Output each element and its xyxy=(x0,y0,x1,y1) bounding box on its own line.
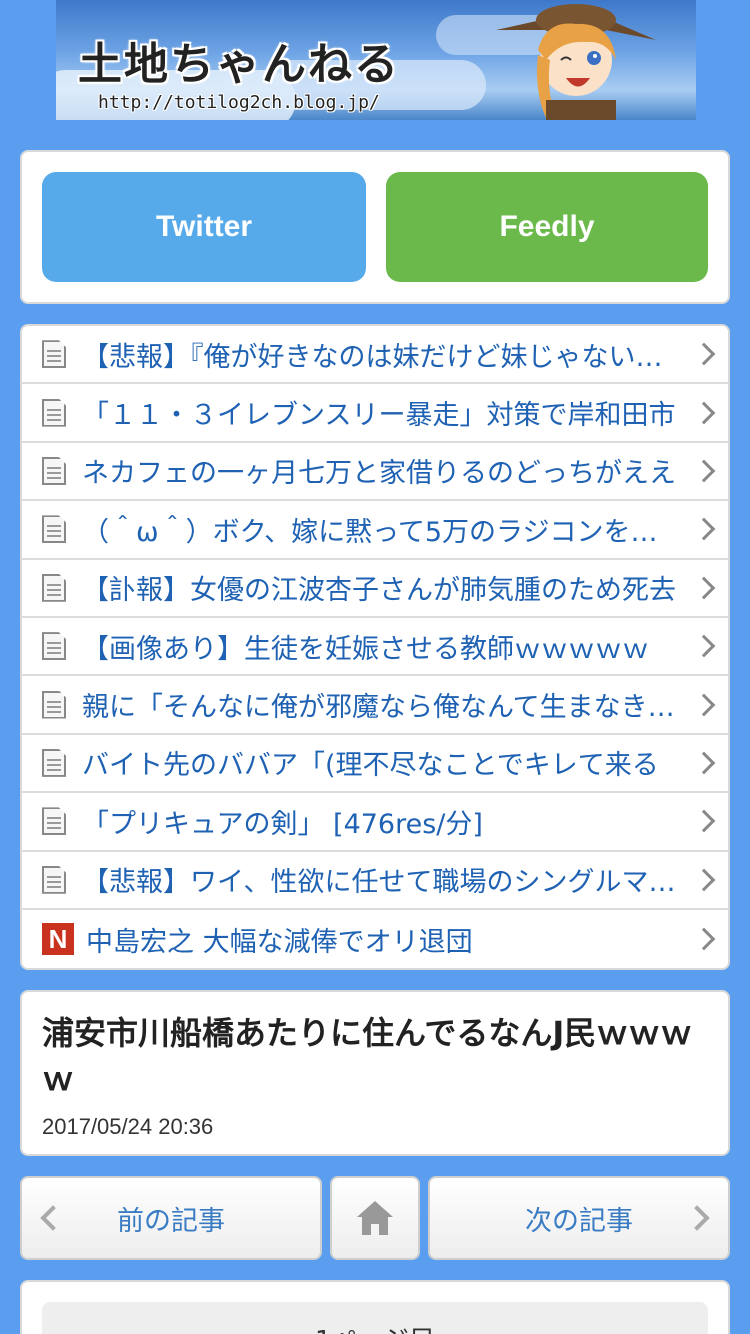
feedly-button[interactable]: Feedly xyxy=(386,172,708,282)
document-icon xyxy=(42,748,66,777)
list-item[interactable]: （＾ω＾）ボク、嫁に黙って5万のラジコンを買ってしまう xyxy=(22,501,728,560)
chevron-right-icon xyxy=(692,868,716,892)
pagination-panel: 1ページ目 xyxy=(20,1280,730,1334)
list-item-title: 「１１・３イレブンスリー暴走」対策で岸和田市 xyxy=(82,400,676,432)
list-item-title: （＾ω＾）ボク、嫁に黙って5万のラジコンを買ってしまう xyxy=(82,516,684,548)
page-label: 1ページ目 xyxy=(315,1320,435,1334)
article-date: 2017/05/24 20:36 xyxy=(42,1114,214,1139)
document-icon xyxy=(42,807,66,836)
document-icon xyxy=(42,515,66,544)
prev-article-button[interactable]: 前の記事 xyxy=(20,1176,322,1260)
list-item-title: ネカフェの一ヶ月七万と家借りるのどっちがええ xyxy=(82,458,676,490)
news-n-icon: N xyxy=(42,923,74,956)
prev-article-label: 前の記事 xyxy=(117,1205,225,1237)
document-icon xyxy=(42,398,66,427)
list-item-title: 「プリキュアの剣」 [476res/分] xyxy=(82,808,483,840)
document-icon xyxy=(42,632,66,661)
list-item-title: 【訃報】女優の江波杏子さんが肺気腫のため死去 xyxy=(82,575,676,607)
chevron-right-icon xyxy=(692,459,716,483)
chevron-right-icon xyxy=(684,1205,710,1231)
home-icon xyxy=(357,1201,393,1235)
document-icon xyxy=(42,456,66,485)
list-item-title: バイト先のババア「(理不尽なことでキレて来る xyxy=(82,750,659,782)
chevron-right-icon xyxy=(692,342,716,366)
list-item[interactable]: 【画像あり】生徒を妊娠させる教師ｗｗｗｗｗ xyxy=(22,618,728,677)
list-item[interactable]: 「プリキュアの剣」 [476res/分] xyxy=(22,793,728,852)
article-header: 浦安市川船橋あたりに住んでるなんJ民ｗｗｗｗ 2017/05/24 20:36 xyxy=(20,990,730,1156)
home-button[interactable] xyxy=(330,1176,420,1260)
chevron-right-icon xyxy=(692,751,716,775)
list-item[interactable]: 【訃報】女優の江波杏子さんが肺気腫のため死去 xyxy=(22,560,728,618)
list-item[interactable]: N 中島宏之 大幅な減俸でオリ退団 xyxy=(22,910,728,968)
chevron-right-icon xyxy=(692,634,716,658)
document-icon xyxy=(42,865,66,894)
document-icon xyxy=(42,690,66,719)
chevron-left-icon xyxy=(40,1205,66,1231)
site-url: http://totilog2ch.blog.jp/ xyxy=(98,92,380,113)
list-item-title: 【悲報】ワイ、性欲に任せて職場のシングルマザー xyxy=(82,867,684,899)
list-item-title: 中島宏之 大幅な減俸でオリ退団 xyxy=(86,926,473,958)
article-list: 【悲報】『俺が好きなのは妹だけど妹じゃない』のアニメ化 「１１・３イレブンスリー… xyxy=(20,324,730,970)
list-item[interactable]: 「１１・３イレブンスリー暴走」対策で岸和田市 xyxy=(22,384,728,443)
mascot-illustration xyxy=(496,4,656,120)
share-panel: Twitter Feedly xyxy=(20,150,730,304)
next-article-button[interactable]: 次の記事 xyxy=(428,1176,730,1260)
list-item-title: 【画像あり】生徒を妊娠させる教師ｗｗｗｗｗ xyxy=(82,633,649,665)
next-article-label: 次の記事 xyxy=(525,1205,633,1237)
list-item-title: 【悲報】『俺が好きなのは妹だけど妹じゃない』のアニメ化 xyxy=(82,341,684,373)
twitter-button[interactable]: Twitter xyxy=(42,172,366,282)
site-title: 土地ちゃんねる xyxy=(78,39,400,90)
list-item[interactable]: 親に「そんなに俺が邪魔なら俺なんて生まなきゃよかった xyxy=(22,676,728,735)
chevron-right-icon xyxy=(692,576,716,600)
list-item-title: 親に「そんなに俺が邪魔なら俺なんて生まなきゃよかった xyxy=(82,692,684,724)
page-selector[interactable]: 1ページ目 xyxy=(42,1302,708,1334)
document-icon xyxy=(42,340,66,369)
chevron-right-icon xyxy=(692,809,716,833)
list-item[interactable]: 【悲報】『俺が好きなのは妹だけど妹じゃない』のアニメ化 xyxy=(22,326,728,385)
chevron-right-icon xyxy=(692,927,716,951)
site-banner[interactable]: 土地ちゃんねる http://totilog2ch.blog.jp/ xyxy=(56,0,696,120)
list-item[interactable]: バイト先のババア「(理不尽なことでキレて来る xyxy=(22,735,728,794)
document-icon xyxy=(42,573,66,602)
list-item[interactable]: 【悲報】ワイ、性欲に任せて職場のシングルマザー xyxy=(22,852,728,910)
chevron-right-icon xyxy=(692,693,716,716)
article-title: 浦安市川船橋あたりに住んでるなんJ民ｗｗｗｗ xyxy=(42,1014,693,1098)
chevron-right-icon xyxy=(692,401,716,424)
chevron-right-icon xyxy=(692,518,716,541)
list-item[interactable]: ネカフェの一ヶ月七万と家借りるのどっちがええ xyxy=(22,443,728,502)
